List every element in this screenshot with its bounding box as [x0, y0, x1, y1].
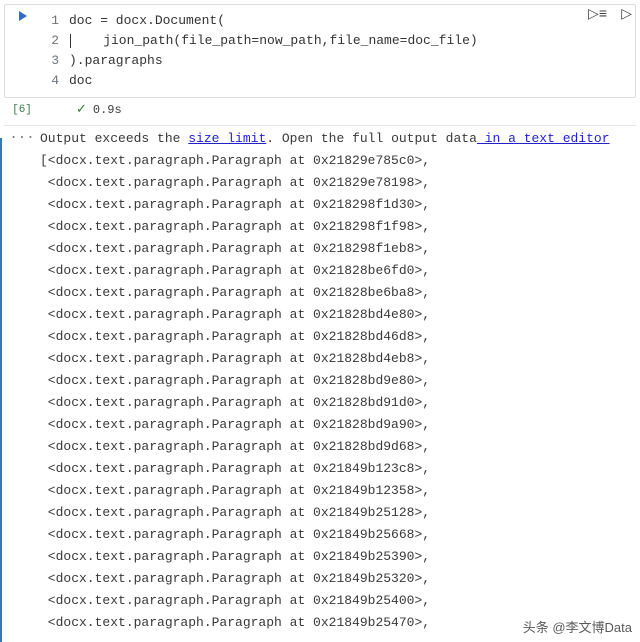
cell-gutter	[5, 5, 41, 97]
output-line: <docx.text.paragraph.Paragraph at 0x2182…	[40, 373, 430, 388]
output-line: <docx.text.paragraph.Paragraph at 0x2182…	[40, 307, 430, 322]
output-line: <docx.text.paragraph.Paragraph at 0x2184…	[40, 615, 430, 630]
output-line: <docx.text.paragraph.Paragraph at 0x2182…	[40, 439, 430, 454]
size-limit-link[interactable]: size limit	[188, 131, 266, 146]
output-line: <docx.text.paragraph.Paragraph at 0x2182…	[40, 219, 430, 234]
output-line: <docx.text.paragraph.Paragraph at 0x2184…	[40, 593, 430, 608]
output-line: <docx.text.paragraph.Paragraph at 0x2182…	[40, 175, 430, 190]
output-area: ··· Output exceeds the size limit. Open …	[0, 128, 640, 642]
line-number: 1	[41, 11, 69, 31]
line-number: 2	[41, 31, 69, 51]
output-line: <docx.text.paragraph.Paragraph at 0x2182…	[40, 285, 430, 300]
output-line: <docx.text.paragraph.Paragraph at 0x2182…	[40, 417, 430, 432]
code-line: 4 doc	[41, 71, 627, 91]
divider	[4, 125, 636, 126]
output-body: Output exceeds the size limit. Open the …	[40, 128, 636, 642]
code-text: ).paragraphs	[69, 51, 163, 71]
output-notice-middle: . Open the full output data	[266, 131, 477, 146]
output-line: <docx.text.paragraph.Paragraph at 0x2182…	[40, 241, 430, 256]
output-focus-bar	[0, 138, 2, 642]
output-gutter-menu[interactable]: ···	[4, 128, 40, 642]
cell-toolbar: ▷≡ ▷	[584, 4, 636, 25]
code-text: jion_path(file_path=now_path,file_name=d…	[69, 31, 478, 51]
output-line: <docx.text.paragraph.Paragraph at 0x2184…	[40, 549, 430, 564]
output-notice-prefix: Output exceeds the	[40, 131, 188, 146]
output-line: <docx.text.paragraph.Paragraph at 0x2182…	[40, 329, 430, 344]
execution-count: [6]	[4, 104, 40, 116]
execution-time: 0.9s	[93, 103, 122, 117]
code-text: doc	[69, 71, 92, 91]
output-line: <docx.text.paragraph.Paragraph at 0x2184…	[40, 483, 430, 498]
output-line: <docx.text.paragraph.Paragraph at 0x2184…	[40, 461, 430, 476]
output-line: <docx.text.paragraph.Paragraph at 0x2184…	[40, 527, 430, 542]
text-cursor	[70, 34, 71, 48]
line-number: 4	[41, 71, 69, 91]
code-editor[interactable]: 1 doc = docx.Document( 2 jion_path(file_…	[41, 5, 635, 97]
go-to-icon[interactable]: ▷≡	[584, 4, 611, 25]
run-cell-button[interactable]	[19, 11, 27, 21]
text-editor-link[interactable]: in a text editor	[477, 131, 610, 146]
code-text: doc = docx.Document(	[69, 11, 225, 31]
code-line: 3 ).paragraphs	[41, 51, 627, 71]
output-line: <docx.text.paragraph.Paragraph at 0x2184…	[40, 571, 430, 586]
output-line: <docx.text.paragraph.Paragraph at 0x2182…	[40, 263, 430, 278]
output-line: <docx.text.paragraph.Paragraph at 0x2182…	[40, 197, 430, 212]
output-line: [<docx.text.paragraph.Paragraph at 0x218…	[40, 153, 430, 168]
code-cell: 1 doc = docx.Document( 2 jion_path(file_…	[4, 4, 636, 98]
success-check-icon: ✓	[76, 102, 87, 117]
run-below-icon[interactable]: ▷	[617, 4, 636, 25]
output-line: <docx.text.paragraph.Paragraph at 0x2182…	[40, 395, 430, 410]
code-line: 2 jion_path(file_path=now_path,file_name…	[41, 31, 627, 51]
output-line: <docx.text.paragraph.Paragraph at 0x2184…	[40, 505, 430, 520]
execution-meta: [6] ✓ 0.9s	[4, 98, 636, 123]
line-number: 3	[41, 51, 69, 71]
code-line: 1 doc = docx.Document(	[41, 11, 627, 31]
output-line: <docx.text.paragraph.Paragraph at 0x2182…	[40, 351, 430, 366]
watermark: 头条 @李文博Data	[523, 617, 632, 636]
